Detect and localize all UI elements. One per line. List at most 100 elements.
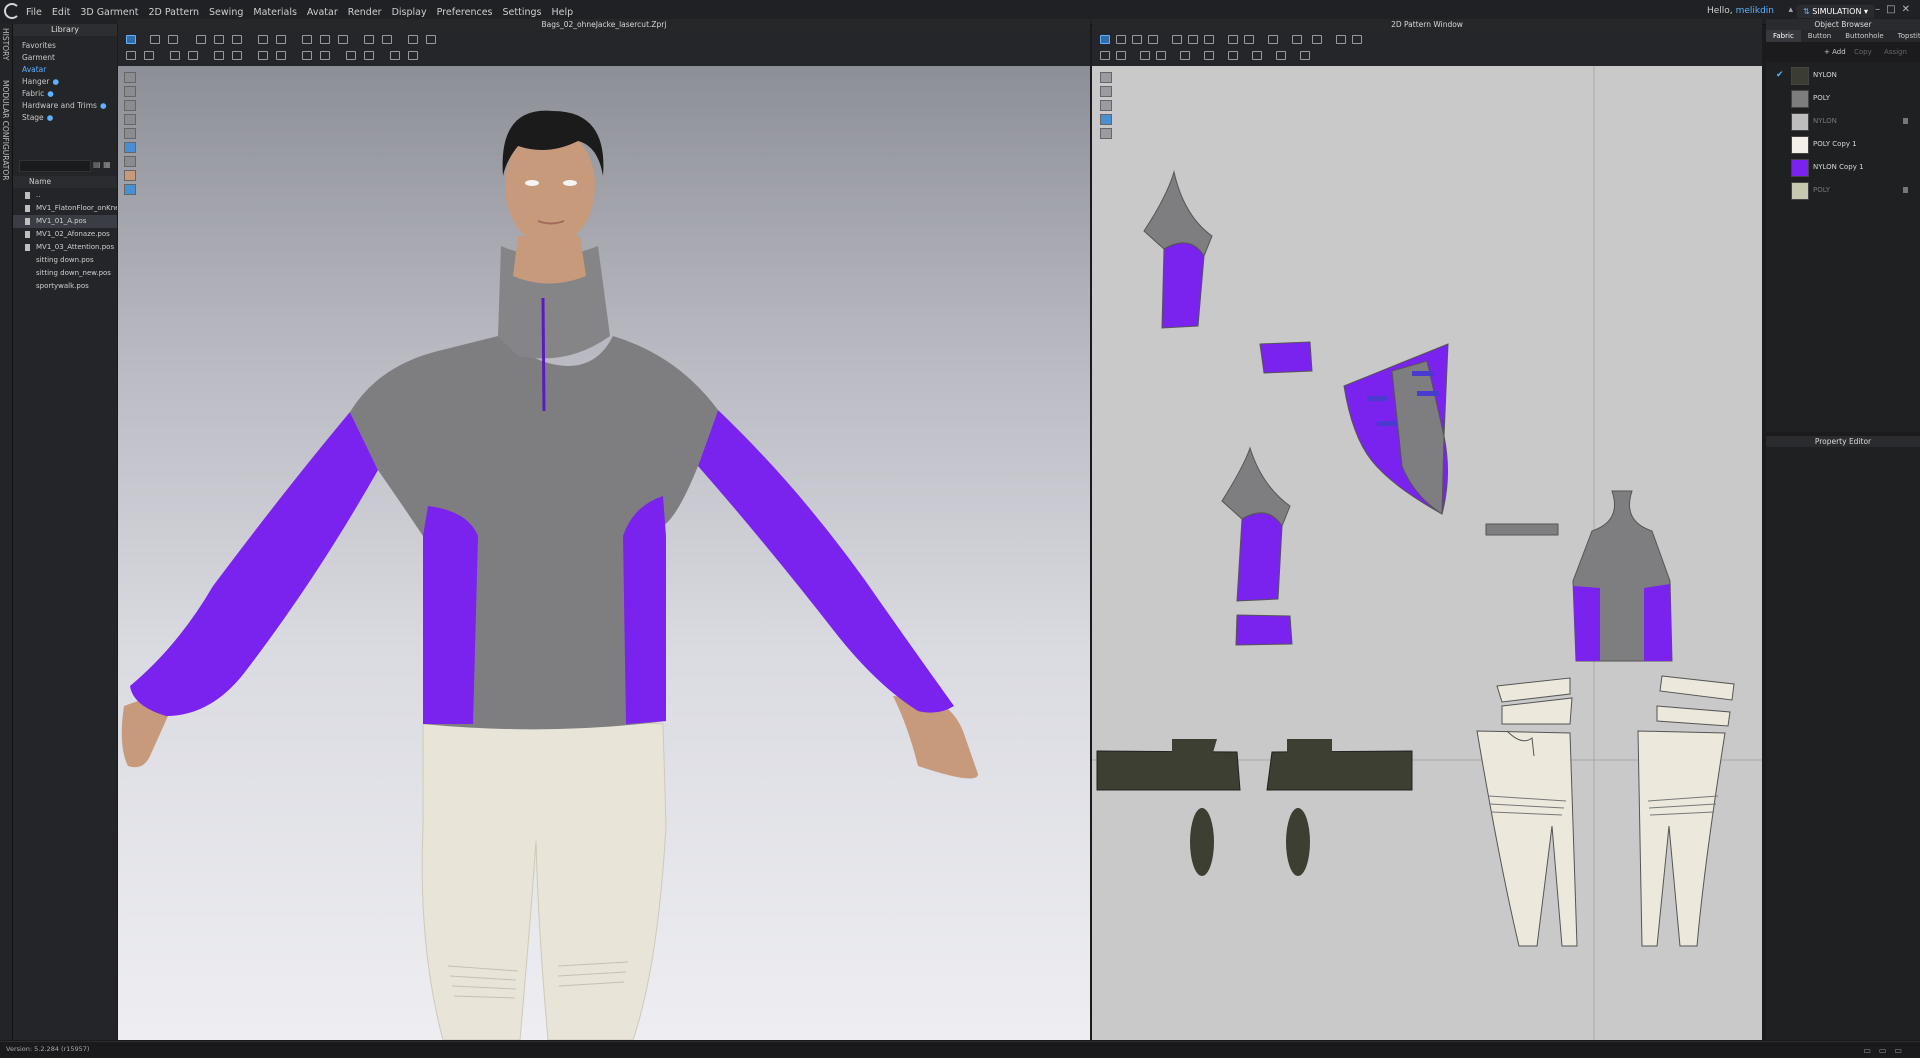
tool-icon[interactable] — [1228, 51, 1238, 60]
menu-file[interactable]: File — [26, 7, 42, 18]
tool-icon[interactable] — [1172, 35, 1182, 44]
tool-icon[interactable] — [1204, 51, 1214, 60]
tab-topstitch[interactable]: Topstitch — [1891, 30, 1920, 42]
view-tool-icon[interactable] — [124, 184, 136, 195]
delete-icon[interactable] — [1903, 118, 1908, 124]
tool-icon[interactable] — [382, 35, 392, 44]
menu-3d-garment[interactable]: 3D Garment — [80, 7, 138, 18]
transform-tool-icon[interactable] — [1100, 35, 1110, 44]
tool-icon[interactable] — [150, 35, 160, 44]
tool-icon[interactable] — [1228, 35, 1238, 44]
tool-icon[interactable] — [1116, 51, 1126, 60]
tool-icon[interactable] — [232, 35, 242, 44]
status-icons[interactable]: ▭▭▭ — [1863, 1044, 1910, 1058]
tool-icon[interactable] — [1204, 35, 1214, 44]
tool-icon[interactable] — [196, 35, 206, 44]
fabric-item[interactable]: POLY Copy 1 — [1766, 133, 1920, 155]
tool-icon[interactable] — [1156, 51, 1166, 60]
tab-buttonhole[interactable]: Buttonhole — [1838, 30, 1890, 42]
tool-icon[interactable] — [1140, 51, 1150, 60]
view-tool-icon[interactable] — [124, 142, 136, 153]
library-category-hanger[interactable]: Hanger ● — [13, 76, 117, 88]
view-tool-icon[interactable] — [124, 128, 136, 139]
view-tool-icon[interactable] — [124, 156, 136, 167]
library-column-name[interactable]: Name — [13, 176, 117, 188]
menu-edit[interactable]: Edit — [52, 7, 70, 18]
tool-icon[interactable] — [1336, 35, 1346, 44]
view-tool-icon[interactable] — [124, 72, 136, 83]
tab-history[interactable]: HISTORY — [1, 28, 10, 60]
menu-2d-pattern[interactable]: 2D Pattern — [148, 7, 199, 18]
view-tool-icon[interactable] — [124, 114, 136, 125]
fabric-item[interactable]: NYLON — [1766, 110, 1920, 132]
menu-materials[interactable]: Materials — [253, 7, 297, 18]
menu-preferences[interactable]: Preferences — [437, 7, 493, 18]
copy-button[interactable]: Copy — [1854, 48, 1872, 56]
tool-icon[interactable] — [320, 51, 330, 60]
view-tool-icon[interactable] — [124, 100, 136, 111]
tool-icon[interactable] — [364, 51, 374, 60]
library-category-garment[interactable]: Garment — [13, 52, 117, 64]
tool-icon[interactable] — [214, 35, 224, 44]
tool-icon[interactable] — [1100, 51, 1110, 60]
view-mode-icon[interactable]: ▤ ▦ — [93, 160, 111, 169]
menu-avatar[interactable]: Avatar — [307, 7, 338, 18]
tool-icon[interactable] — [1276, 51, 1286, 60]
tool-icon[interactable] — [232, 51, 242, 60]
fabric-item[interactable]: POLY — [1766, 87, 1920, 109]
menu-render[interactable]: Render — [348, 7, 382, 18]
tool-icon[interactable] — [1252, 51, 1262, 60]
tool-icon[interactable] — [214, 51, 224, 60]
window-controls[interactable]: –□✕ — [1875, 4, 1916, 15]
tool-icon[interactable] — [320, 35, 330, 44]
library-file-item[interactable]: MV1_02_Afonaze.pos — [13, 228, 117, 241]
tool-icon[interactable] — [426, 35, 436, 44]
select-tool-icon[interactable] — [126, 35, 136, 44]
tool-icon[interactable] — [346, 51, 356, 60]
assign-button[interactable]: Assign — [1884, 48, 1907, 56]
tool-icon[interactable] — [188, 51, 198, 60]
library-search-input[interactable] — [19, 160, 91, 172]
delete-icon[interactable] — [1903, 187, 1908, 193]
fabric-item[interactable]: NYLON Copy 1 — [1766, 156, 1920, 178]
tool-icon[interactable] — [1292, 35, 1302, 44]
view-tool-icon[interactable] — [1100, 72, 1112, 83]
tool-icon[interactable] — [170, 51, 180, 60]
library-file-item[interactable]: sportywalk.pos — [13, 280, 117, 293]
view-tool-icon[interactable] — [1100, 86, 1112, 97]
view-tool-icon[interactable] — [124, 86, 136, 97]
view-tool-icon[interactable] — [1100, 128, 1112, 139]
fabric-item[interactable]: ✔ NYLON — [1766, 64, 1920, 86]
view-tool-icon[interactable] — [1100, 114, 1112, 125]
tool-icon[interactable] — [408, 35, 418, 44]
library-category-favorites[interactable]: Favorites — [13, 40, 117, 52]
tool-icon[interactable] — [302, 51, 312, 60]
tool-icon[interactable] — [1244, 35, 1254, 44]
tool-icon[interactable] — [258, 51, 268, 60]
tool-icon[interactable] — [1132, 35, 1142, 44]
tool-icon[interactable] — [338, 35, 348, 44]
avatar-display-icon[interactable] — [124, 170, 136, 181]
tool-icon[interactable] — [408, 51, 418, 60]
tool-icon[interactable] — [168, 35, 178, 44]
tool-icon[interactable] — [1188, 35, 1198, 44]
library-file-item-selected[interactable]: MV1_01_A.pos — [13, 215, 117, 228]
library-category-stage[interactable]: Stage ● — [13, 112, 117, 124]
tool-icon[interactable] — [1148, 35, 1158, 44]
fabric-item[interactable]: POLY — [1766, 179, 1920, 201]
tool-icon[interactable] — [1312, 35, 1322, 44]
tool-icon[interactable] — [126, 51, 136, 60]
tool-icon[interactable] — [276, 51, 286, 60]
tool-icon[interactable] — [1180, 51, 1190, 60]
add-button[interactable]: + Add — [1824, 48, 1846, 56]
library-category-avatar[interactable]: Avatar — [13, 64, 117, 76]
tool-icon[interactable] — [1352, 35, 1362, 44]
menu-sewing[interactable]: Sewing — [209, 7, 243, 18]
viewport-3d[interactable] — [118, 66, 1090, 1040]
library-file-item[interactable]: .. — [13, 189, 117, 202]
tool-icon[interactable] — [302, 35, 312, 44]
tab-fabric[interactable]: Fabric — [1766, 30, 1801, 42]
library-category-fabric[interactable]: Fabric ● — [13, 88, 117, 100]
menu-settings[interactable]: Settings — [503, 7, 542, 18]
library-file-item[interactable]: MV1_FlatonFloor_onKnee.pos — [13, 202, 117, 215]
